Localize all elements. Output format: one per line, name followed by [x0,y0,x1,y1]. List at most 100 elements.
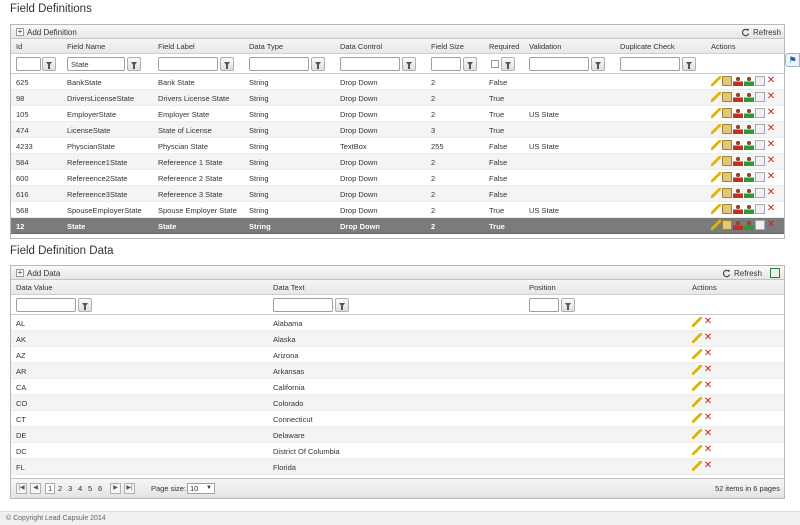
person-green-icon[interactable] [744,124,754,134]
page-link-4[interactable]: 4 [78,484,82,493]
data-text-filter-input[interactable] [273,298,333,312]
data-control-filter-input[interactable] [340,57,400,71]
duplicate-check-filter-button[interactable] [682,57,696,71]
delete-icon[interactable]: ✕ [766,124,776,134]
person-red-icon[interactable] [733,140,743,150]
delete-icon[interactable]: ✕ [766,188,776,198]
data-row[interactable]: AR Arkansas ✕ [11,363,784,379]
card-icon[interactable] [755,140,765,150]
data-row[interactable]: CT Connecticut ✕ [11,411,784,427]
export-button[interactable] [770,267,780,279]
delete-icon[interactable]: ✕ [703,381,713,391]
folder-icon[interactable] [722,156,732,166]
definitions-refresh-button[interactable]: Refresh [741,26,781,38]
delete-icon[interactable]: ✕ [703,397,713,407]
pencil-icon[interactable] [711,76,721,86]
person-green-icon[interactable] [744,108,754,118]
delete-icon[interactable]: ✕ [766,156,776,166]
person-green-icon[interactable] [744,172,754,182]
field-label-filter-button[interactable] [220,57,234,71]
field-label-filter-input[interactable] [158,57,218,71]
folder-icon[interactable] [722,204,732,214]
delete-icon[interactable]: ✕ [766,204,776,214]
last-page-button[interactable]: ▶| [124,483,135,494]
col-header-data-value[interactable]: Data Value [16,283,53,292]
person-green-icon[interactable] [744,156,754,166]
validation-filter-button[interactable] [591,57,605,71]
definition-row[interactable]: 616 Refereence3State Refereence 3 State Str… [11,186,784,202]
pencil-icon[interactable] [692,381,702,391]
definition-row[interactable]: 4233 PhyscianState Physcian State String Tex… [11,138,784,154]
pencil-icon[interactable] [711,156,721,166]
person-green-icon[interactable] [744,140,754,150]
add-data-button[interactable]: + Add Data [16,267,60,279]
pencil-icon[interactable] [692,413,702,423]
definition-row[interactable]: 105 EmployerState Employer State String Drop… [11,106,784,122]
col-header-required[interactable]: Required [489,42,519,51]
col-header-field-label[interactable]: Field Label [158,42,195,51]
col-header-id[interactable]: Id [16,42,22,51]
page-link-1[interactable]: 1 [45,483,56,494]
person-red-icon[interactable] [733,76,743,86]
delete-icon[interactable]: ✕ [766,220,776,230]
person-green-icon[interactable] [744,220,754,230]
next-page-button[interactable]: ▶ [110,483,121,494]
delete-icon[interactable]: ✕ [703,333,713,343]
delete-icon[interactable]: ✕ [766,108,776,118]
person-red-icon[interactable] [733,108,743,118]
card-icon[interactable] [755,156,765,166]
page-size-select[interactable]: 10 ▼ [187,483,215,494]
pencil-icon[interactable] [692,397,702,407]
delete-icon[interactable]: ✕ [703,349,713,359]
folder-icon[interactable] [722,76,732,86]
data-value-filter-input[interactable] [16,298,76,312]
page-link-2[interactable]: 2 [58,484,62,493]
position-filter-input[interactable] [529,298,559,312]
definition-row[interactable]: 12 State State String Drop Down 2 True ✕ [11,218,784,234]
pencil-icon[interactable] [692,317,702,327]
pencil-icon[interactable] [692,333,702,343]
person-red-icon[interactable] [733,124,743,134]
person-red-icon[interactable] [733,204,743,214]
pencil-icon[interactable] [692,349,702,359]
add-definition-button[interactable]: + Add Definition [16,26,77,38]
pencil-icon[interactable] [711,172,721,182]
field-size-filter-button[interactable] [463,57,477,71]
data-row[interactable]: CA California ✕ [11,379,784,395]
pencil-icon[interactable] [711,140,721,150]
person-red-icon[interactable] [733,188,743,198]
position-filter-button[interactable] [561,298,575,312]
data-control-filter-button[interactable] [402,57,416,71]
delete-icon[interactable]: ✕ [703,445,713,455]
folder-icon[interactable] [722,172,732,182]
page-link-6[interactable]: 6 [98,484,102,493]
person-green-icon[interactable] [744,76,754,86]
id-filter-button[interactable] [42,57,56,71]
card-icon[interactable] [755,172,765,182]
data-row[interactable]: DC District Of Columbia ✕ [11,443,784,459]
delete-icon[interactable]: ✕ [766,172,776,182]
required-filter-checkbox[interactable] [491,60,499,68]
card-icon[interactable] [755,220,765,230]
duplicate-check-filter-input[interactable] [620,57,680,71]
data-type-filter-input[interactable] [249,57,309,71]
col-header-data-text[interactable]: Data Text [273,283,305,292]
data-row[interactable]: CO Colorado ✕ [11,395,784,411]
page-link-3[interactable]: 3 [68,484,72,493]
pencil-icon[interactable] [692,445,702,455]
definition-row[interactable]: 474 LicenseState State of License String Dro… [11,122,784,138]
folder-icon[interactable] [722,108,732,118]
field-name-filter-button[interactable] [127,57,141,71]
delete-icon[interactable]: ✕ [703,365,713,375]
folder-icon[interactable] [722,220,732,230]
col-header-data-control[interactable]: Data Control [340,42,382,51]
data-row[interactable]: DE Delaware ✕ [11,427,784,443]
data-type-filter-button[interactable] [311,57,325,71]
pencil-icon[interactable] [692,461,702,471]
card-icon[interactable] [755,76,765,86]
data-row[interactable]: AZ Arizona ✕ [11,347,784,363]
card-icon[interactable] [755,204,765,214]
data-refresh-button[interactable]: Refresh [722,267,762,279]
side-help-button[interactable]: ⚑ [785,53,800,67]
card-icon[interactable] [755,188,765,198]
